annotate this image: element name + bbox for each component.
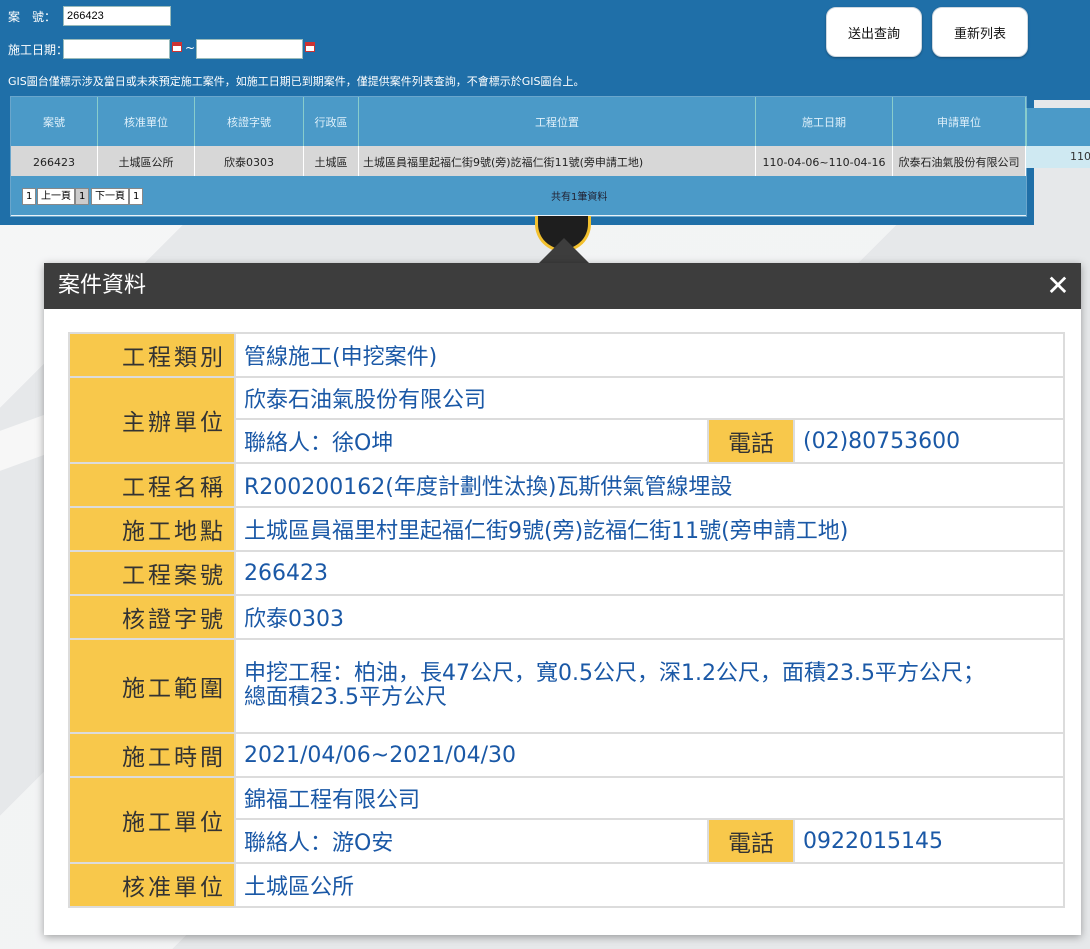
popup-pointer — [538, 238, 590, 264]
overflow-cell: 110 — [1026, 146, 1090, 168]
search-area-right — [1034, 0, 1090, 100]
cell-permit: 欣泰0303 — [194, 146, 304, 178]
location-key: 施工地點 — [68, 506, 236, 552]
permit-key: 核證字號 — [68, 594, 236, 640]
col-header: 行政區 — [303, 97, 359, 146]
col-header: 核證字號 — [194, 97, 304, 146]
calendar-icon[interactable] — [305, 42, 315, 52]
pager: 1 上一頁 1 下一頁 1 共有1筆資料 — [11, 176, 1026, 215]
scope-line-1: 申挖工程：柏油，長47公尺，寬0.5公尺，深1.2公尺，面積23.5平方公尺； — [244, 661, 985, 686]
cell-location: 土城區員福里起福仁街9號(旁)訖福仁街11號(旁申請工地) — [358, 146, 756, 178]
dialog-header: 案件資料 ✕ — [44, 263, 1081, 309]
approver-value: 土城區公所 — [234, 862, 1065, 908]
col-header: 工程位置 — [358, 97, 756, 146]
project-name-value: R200200162(年度計劃性汰換)瓦斯供氣管線埋設 — [234, 462, 1065, 508]
contractor-phone-key: 電話 — [707, 818, 795, 864]
contractor-contact: 聯絡人：游O安 — [234, 818, 709, 864]
project-name-key: 工程名稱 — [68, 462, 236, 508]
time-value: 2021/04/06~2021/04/30 — [234, 732, 1065, 778]
category-value: 管線施工(申挖案件) — [234, 332, 1065, 378]
permit-value: 欣泰0303 — [234, 594, 1065, 640]
overflow-column: 110 — [1026, 108, 1090, 176]
scope-value: 申挖工程：柏油，長47公尺，寬0.5公尺，深1.2公尺，面積23.5平方公尺； … — [234, 638, 1065, 734]
approver-key: 核准單位 — [68, 862, 236, 908]
contractor-phone-value: 0922015145 — [793, 818, 1065, 864]
date-label: 施工日期： — [8, 43, 69, 57]
location-value: 土城區員福里村里起福仁街9號(旁)訖福仁街11號(旁申請工地) — [234, 506, 1065, 552]
cell-date: 110-04-06~110-04-16 — [755, 146, 893, 178]
date-start-input[interactable] — [63, 39, 170, 59]
case-info-table: 工程類別 管線施工(申挖案件) 主辦單位 欣泰石油氣股份有限公司 聯絡人：徐O坤… — [68, 332, 1065, 908]
pager-next[interactable]: 下一頁 — [91, 188, 129, 205]
pager-prev[interactable]: 上一頁 — [37, 188, 75, 205]
case-no-value: 266423 — [234, 550, 1065, 596]
pager-last[interactable]: 1 — [129, 188, 144, 205]
cell-approver: 土城區公所 — [97, 146, 195, 178]
organizer-key: 主辦單位 — [68, 376, 236, 464]
time-key: 施工時間 — [68, 732, 236, 778]
cell-applicant: 欣泰石油氣股份有限公司 — [892, 146, 1026, 178]
col-header: 案號 — [11, 97, 98, 146]
scope-line-2: 總面積23.5平方公尺 — [244, 685, 447, 710]
pager-first[interactable]: 1 — [22, 188, 37, 205]
calendar-icon[interactable] — [172, 42, 182, 52]
contractor-key: 施工單位 — [68, 776, 236, 864]
table-row[interactable]: 266423 土城區公所 欣泰0303 土城區 土城區員福里起福仁街9號(旁)訖… — [11, 146, 1026, 178]
col-header: 核准單位 — [97, 97, 195, 146]
organizer-phone-value: (02)80753600 — [793, 418, 1065, 464]
col-header: 施工日期 — [755, 97, 893, 146]
case-info-dialog: 案件資料 ✕ 工程類別 管線施工(申挖案件) 主辦單位 欣泰石油氣股份有限公司 … — [44, 263, 1081, 935]
dialog-title: 案件資料 — [58, 273, 147, 298]
search-panel: 案 號： 施工日期： ~ 送出查詢 重新列表 GIS圖台僅標示涉及當日或未來預定… — [0, 0, 1090, 225]
case-no-label: 案 號： — [8, 10, 57, 24]
category-key: 工程類別 — [68, 332, 236, 378]
pager-current: 1 — [75, 188, 90, 205]
gis-notice: GIS圖台僅標示涉及當日或未來預定施工案件，如施工日期已到期案件，僅提供案件列表… — [8, 75, 585, 88]
organizer-value: 欣泰石油氣股份有限公司 — [234, 376, 1065, 420]
cell-case-no: 266423 — [11, 146, 98, 178]
submit-query-button[interactable]: 送出查詢 — [826, 7, 922, 57]
scope-key: 施工範圍 — [68, 638, 236, 734]
total-count: 共有1筆資料 — [551, 192, 608, 203]
close-icon[interactable]: ✕ — [1043, 263, 1073, 309]
cell-district: 土城區 — [303, 146, 359, 178]
case-no-key: 工程案號 — [68, 550, 236, 596]
contractor-value: 錦福工程有限公司 — [234, 776, 1065, 820]
organizer-contact: 聯絡人：徐O坤 — [234, 418, 709, 464]
overflow-header — [1026, 108, 1090, 146]
case-no-input[interactable] — [63, 6, 171, 26]
reset-list-button[interactable]: 重新列表 — [932, 7, 1028, 57]
date-end-input[interactable] — [196, 39, 303, 59]
organizer-phone-key: 電話 — [707, 418, 795, 464]
date-separator: ~ — [185, 41, 196, 55]
results-table: 案號 核准單位 核證字號 行政區 工程位置 施工日期 申請單位 266423 土… — [10, 96, 1027, 217]
col-header: 申請單位 — [892, 97, 1026, 146]
